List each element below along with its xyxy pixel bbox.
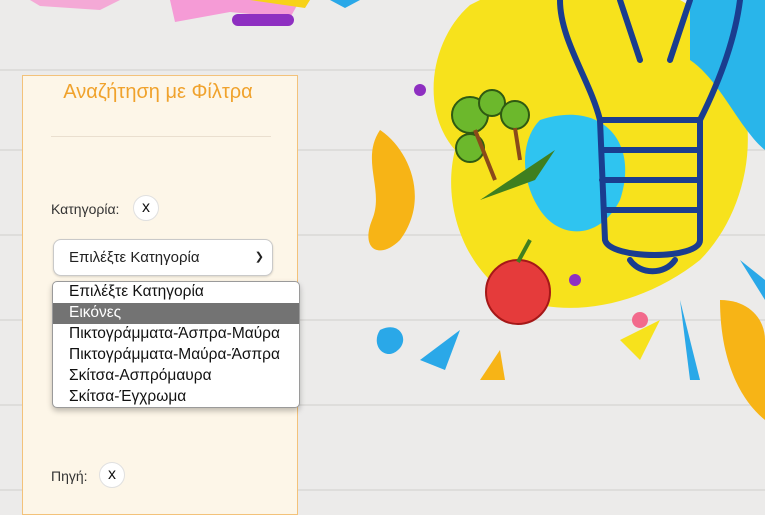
dropdown-option[interactable]: Πικτογράμματα-Άσπρα-Μαύρα xyxy=(53,324,299,345)
source-clear-button[interactable]: x xyxy=(99,462,125,488)
panel-title: Αναζήτηση με Φίλτρα xyxy=(63,81,253,103)
chevron-down-icon: ❯ xyxy=(254,251,264,263)
category-dropdown-list: Επιλέξτε Κατηγορία Εικόνες Πικτογράμματα… xyxy=(52,281,300,408)
dropdown-option[interactable]: Σκίτσα-Έγχρωμα xyxy=(53,387,299,407)
category-label: Κατηγορία: xyxy=(51,201,120,217)
dropdown-option[interactable]: Πικτογράμματα-Μαύρα-Άσπρα xyxy=(53,345,299,366)
source-label: Πηγή: xyxy=(51,468,88,484)
title-divider xyxy=(51,136,271,137)
category-select[interactable]: Επιλέξτε Κατηγορία ❯ xyxy=(53,239,273,276)
dropdown-option[interactable]: Επιλέξτε Κατηγορία xyxy=(53,282,299,303)
category-select-value: Επιλέξτε Κατηγορία xyxy=(69,249,200,266)
dropdown-option[interactable]: Εικόνες xyxy=(53,303,299,324)
dropdown-option[interactable]: Σκίτσα-Ασπρόμαυρα xyxy=(53,366,299,387)
category-clear-button[interactable]: x xyxy=(133,195,159,221)
